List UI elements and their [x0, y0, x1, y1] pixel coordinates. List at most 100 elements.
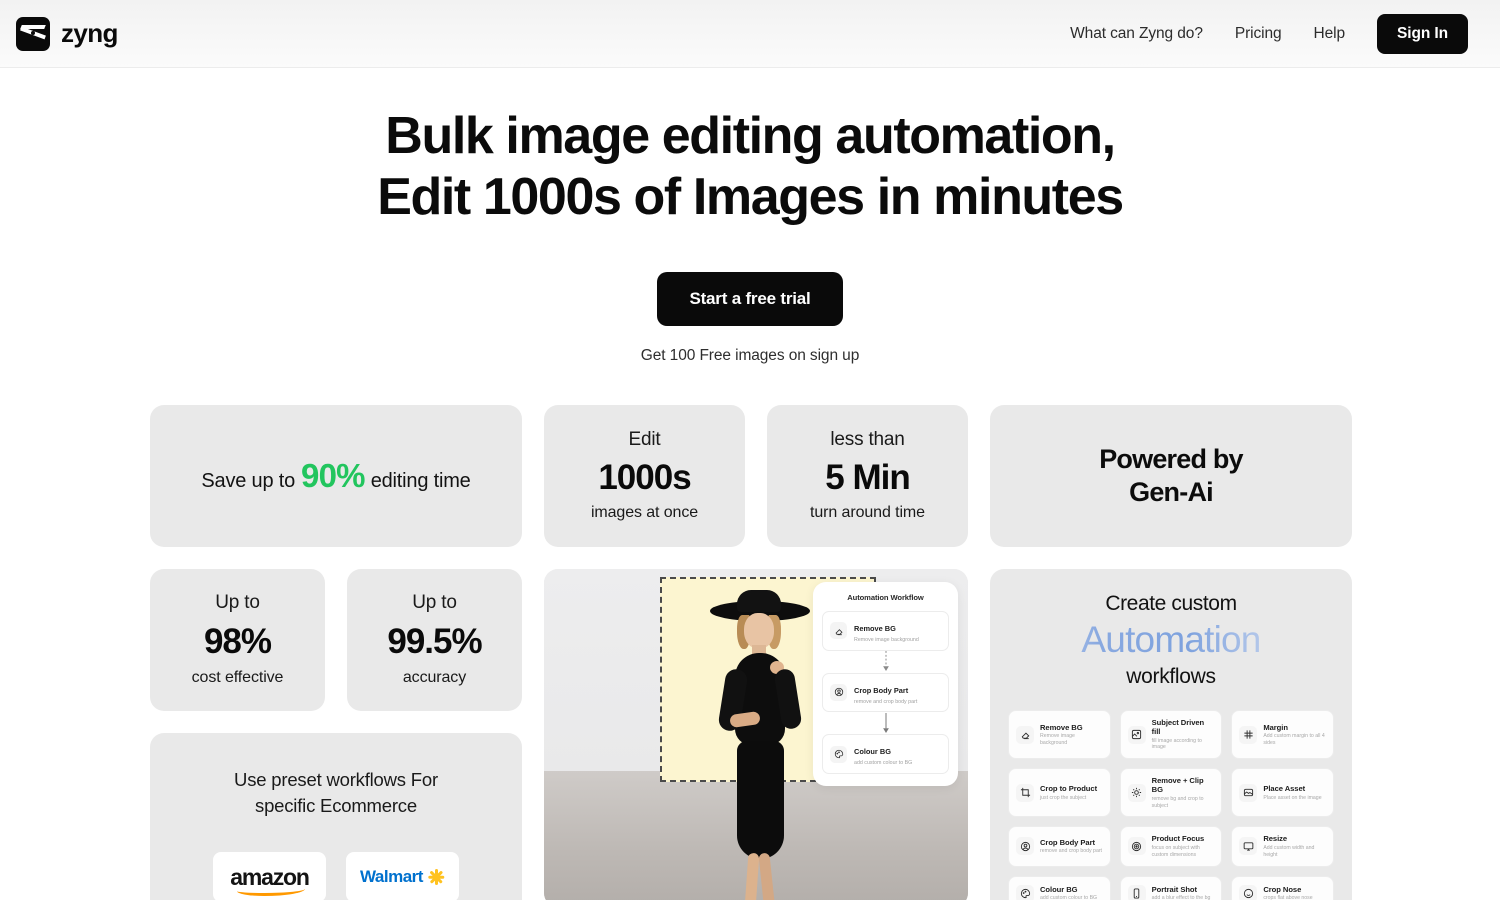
chip-desc: focus on subject with custom dimensions [1151, 845, 1200, 858]
page-title-line-1: Bulk image editing automation, [385, 107, 1116, 165]
stat-label-top: Up to [412, 592, 457, 614]
chip-desc: Add custom margin to all 4 sides [1263, 733, 1325, 746]
chip-desc: Add custom width and height [1263, 845, 1315, 858]
workflow-step[interactable]: Remove BG Remove image background [822, 610, 949, 651]
card-preset-workflows: Use preset workflows For specific Ecomme… [150, 732, 522, 900]
chip-name: Crop Nose [1263, 884, 1302, 894]
chip-desc: crops flat above nose [1263, 895, 1313, 900]
palette-icon [830, 745, 847, 763]
grid-column-right: Powered by Gen-Ai Create custom Automati… [990, 404, 1352, 900]
workflow-chip[interactable]: Subject Driven fill fill image according… [1119, 710, 1223, 760]
brand-logo[interactable]: zyng [16, 16, 118, 51]
chip-desc: remove bg and crop to subject [1151, 795, 1204, 809]
chip-name: Resize [1263, 834, 1288, 844]
stat-label-top: less than [830, 429, 905, 451]
powered-line-1: Powered by [1099, 444, 1243, 475]
card-accuracy: Up to 99.5% accuracy [347, 568, 522, 711]
nav-help[interactable]: Help [1298, 17, 1361, 51]
eraser-icon [830, 622, 847, 640]
image-fill-icon [1127, 725, 1146, 744]
person-circle-icon [1016, 837, 1034, 856]
workflow-step-desc: Remove image background [854, 636, 919, 643]
grid-margin-icon [1239, 725, 1258, 744]
workflow-step-desc: remove and crop body part [854, 698, 918, 705]
start-free-trial-button[interactable]: Start a free trial [657, 271, 843, 326]
chip-desc: remove and crop body part [1040, 848, 1102, 855]
automation-workflow-panel: Automation Workflow Remove BG Remove ima… [813, 581, 958, 787]
chip-name: Subject Driven fill [1151, 718, 1205, 737]
chip-desc: add a blur effect to the bg [1151, 895, 1211, 900]
chip-name: Product Focus [1151, 834, 1205, 844]
phone-icon [1127, 884, 1146, 900]
card-edit-volume: Edit 1000s images at once [544, 404, 745, 547]
nav-what-can-zyng-do[interactable]: What can Zyng do? [1054, 17, 1219, 51]
sign-in-button[interactable]: Sign In [1377, 13, 1468, 54]
stat-row-left: Up to 98% cost effective Up to 99.5% acc… [150, 568, 522, 711]
workflow-arrow-icon [822, 712, 949, 734]
chip-desc: add custom colour to BG [1040, 895, 1098, 900]
chip-name: Remove BG [1040, 722, 1083, 732]
feature-grid: Save up to 90% editing time Up to 98% co… [150, 365, 1352, 900]
amazon-icon: amazon [230, 865, 310, 896]
stat-value: 5 Min [825, 458, 910, 498]
preset-title: Use preset workflows For specific Ecomme… [234, 767, 438, 821]
preset-title-line-1: Use preset workflows For [234, 768, 438, 790]
page-title-line-2: Edit 1000s of Images in minutes [377, 167, 1124, 226]
logo-text: zyng [61, 18, 118, 48]
workflow-chip[interactable]: Resize Add custom width and height [1231, 826, 1334, 867]
nav-pricing[interactable]: Pricing [1219, 17, 1298, 51]
workflow-chip[interactable]: Remove + Clip BG remove bg and crop to s… [1119, 768, 1223, 818]
stat-value: 99.5% [387, 622, 482, 662]
stat-label-bottom: turn around time [810, 504, 925, 522]
chip-name: Crop to Product [1040, 784, 1098, 794]
card-cost-effective: Up to 98% cost effective [150, 568, 325, 711]
save-suffix: editing time [370, 469, 471, 492]
walmart-icon: Walmart [360, 867, 445, 887]
card-save-editing-time: Save up to 90% editing time [150, 404, 522, 547]
chip-desc: fill image according to image [1151, 737, 1202, 751]
eraser-icon [1016, 725, 1034, 744]
workflow-step-name: Colour BG [854, 747, 891, 757]
walmart-spark-icon [428, 869, 445, 886]
workflow-chip[interactable]: Crop to Product just crop the subject [1008, 768, 1111, 818]
monitor-icon [1239, 837, 1258, 856]
face-icon [1239, 884, 1258, 900]
workflow-step-desc: add custom colour to BG [854, 760, 913, 767]
workflow-chip[interactable]: Remove BG Remove image background [1008, 710, 1111, 760]
grid-column-middle: Edit 1000s images at once less than 5 Mi… [544, 404, 968, 900]
stat-row-middle: Edit 1000s images at once less than 5 Mi… [544, 404, 968, 547]
chip-desc: Place asset on the image [1263, 794, 1322, 801]
site-header: zyng What can Zyng do? Pricing Help Sign… [0, 0, 1500, 68]
stat-value: 1000s [598, 458, 691, 498]
workflow-chip[interactable]: Margin Add custom margin to all 4 sides [1231, 710, 1334, 760]
clip-bg-icon [1127, 783, 1146, 802]
target-icon [1127, 837, 1146, 856]
workflow-action-grid: Remove BG Remove image background Subjec… [1008, 710, 1334, 900]
stat-label-bottom: accuracy [402, 669, 467, 687]
automation-heading-line-1: Create custom [1105, 591, 1237, 615]
workflow-chip[interactable]: Crop Nose crops flat above nose [1231, 875, 1334, 900]
palette-icon [1016, 884, 1034, 900]
chip-name: Colour BG [1040, 884, 1078, 894]
save-prefix: Save up to [201, 469, 296, 492]
workflow-step[interactable]: Colour BG add custom colour to BG [822, 734, 949, 775]
workflow-chip[interactable]: Crop Body Part remove and crop body part [1008, 826, 1111, 867]
card-powered-by: Powered by Gen-Ai [990, 404, 1352, 547]
workflow-chip[interactable]: Portrait Shot add a blur effect to the b… [1119, 875, 1223, 900]
grid-column-left: Save up to 90% editing time Up to 98% co… [150, 404, 522, 900]
hero-section: Bulk image editing automation, Edit 1000… [0, 68, 1500, 365]
workflow-chip[interactable]: Product Focus focus on subject with cust… [1119, 826, 1223, 867]
amazon-logo-chip[interactable]: amazon [213, 852, 326, 900]
workflow-chip[interactable]: Place Asset Place asset on the image [1231, 768, 1334, 818]
card-turnaround-time: less than 5 Min turn around time [767, 404, 968, 547]
workflow-chip[interactable]: Colour BG add custom colour to BG [1008, 875, 1111, 900]
workflow-arrow-icon [822, 651, 949, 673]
stat-value: 98% [203, 622, 272, 662]
walmart-logo-chip[interactable]: Walmart [346, 852, 459, 900]
chip-name: Crop Body Part [1040, 837, 1095, 847]
placeholder-icon [1239, 783, 1258, 802]
chip-desc: just crop the subject [1040, 794, 1087, 801]
person-circle-icon [830, 683, 847, 701]
workflow-step[interactable]: Crop Body Part remove and crop body part [822, 672, 949, 713]
chip-name: Place Asset [1263, 784, 1306, 794]
